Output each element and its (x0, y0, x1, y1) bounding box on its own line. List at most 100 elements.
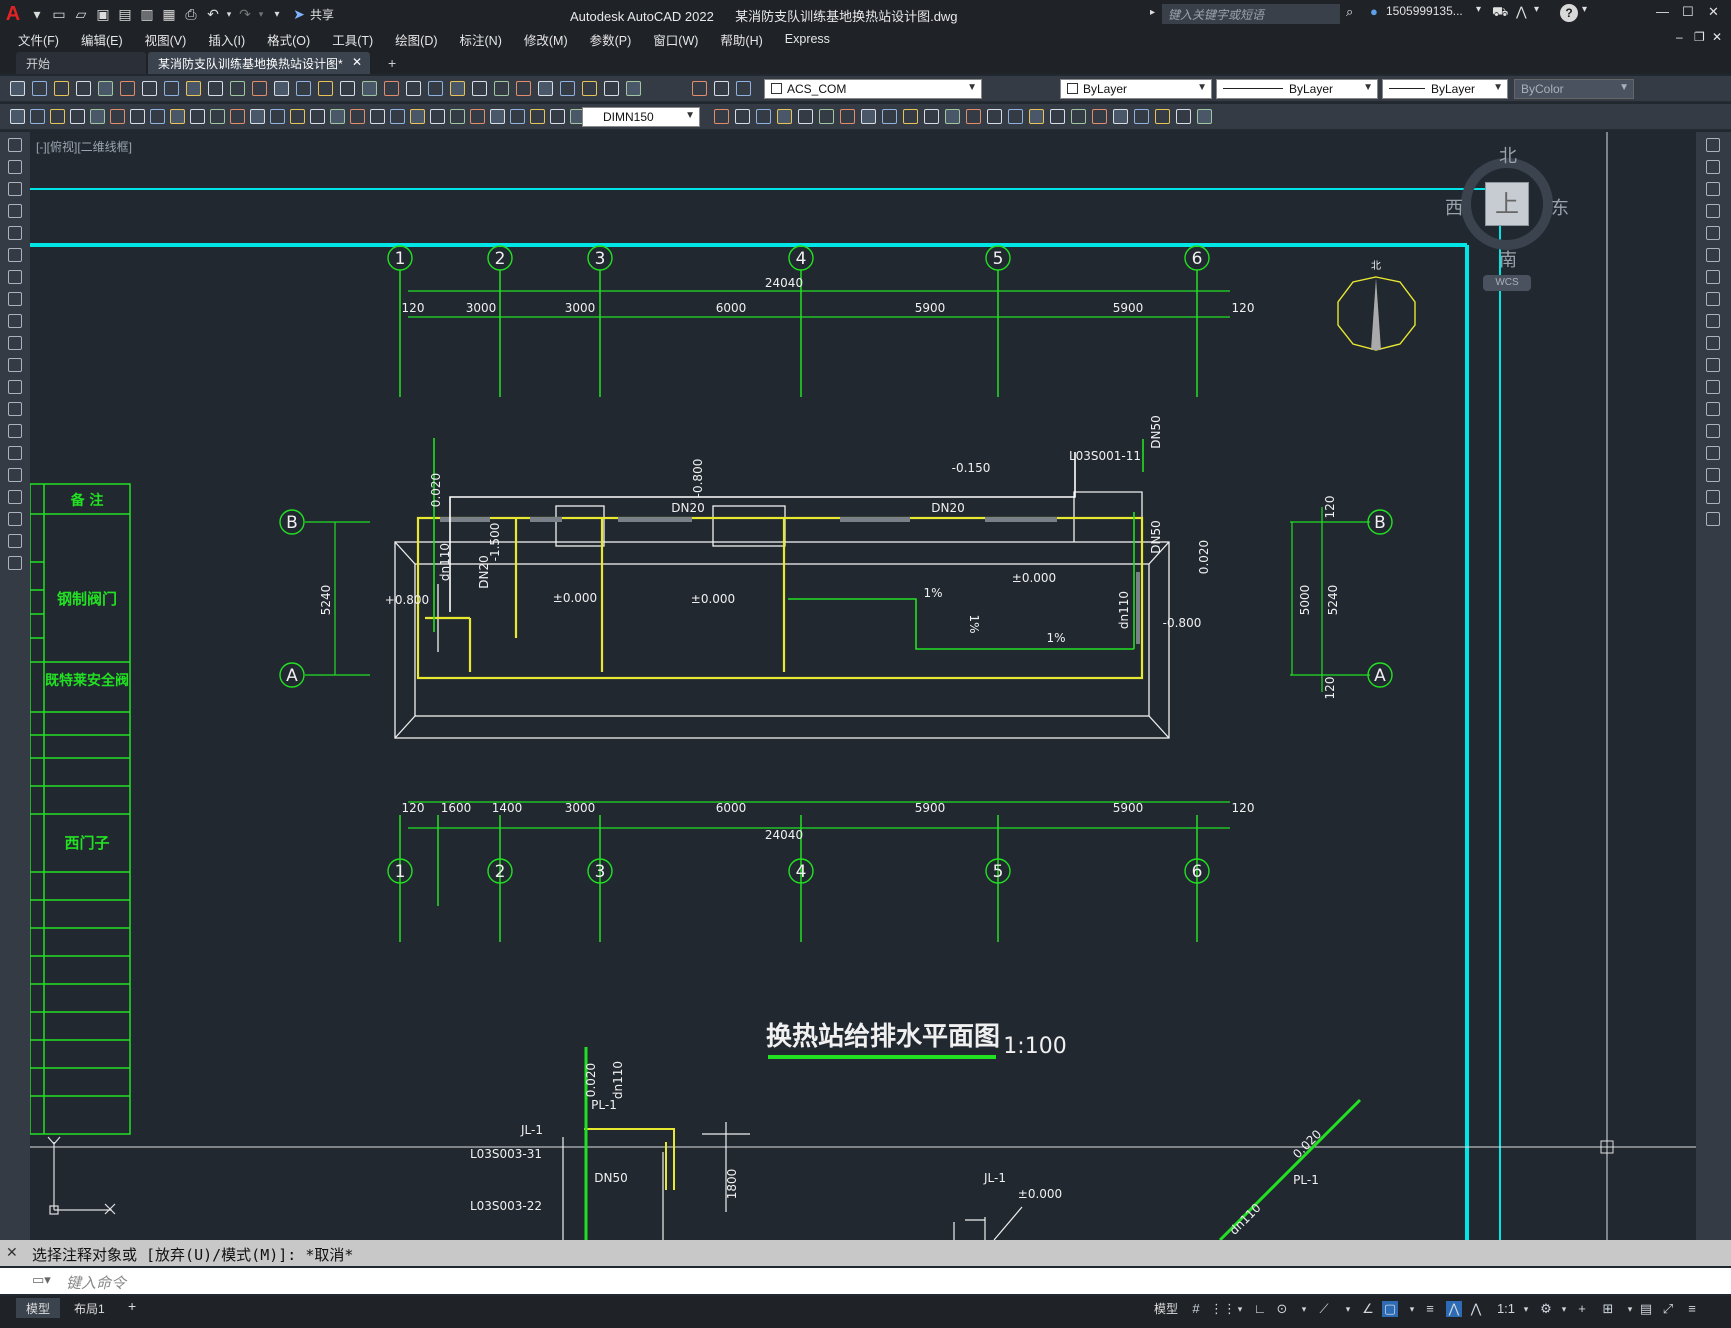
dimension-tool-7-icon[interactable] (130, 109, 145, 124)
dimension-tool-50-icon[interactable] (1134, 109, 1149, 124)
snap-icon[interactable]: ⋮⋮ (1210, 1301, 1236, 1317)
dim-style-combo[interactable]: DIMN150 ▼ (582, 107, 700, 127)
workspace-dropdown-icon[interactable]: ▾ (1556, 1301, 1572, 1317)
dimension-tool-43-icon[interactable] (987, 109, 1002, 124)
dimension-tool-2-icon[interactable] (30, 109, 45, 124)
dimension-tool-34-icon[interactable] (798, 109, 813, 124)
modify-tool-13-icon[interactable] (1706, 402, 1720, 416)
polar-icon[interactable]: ⊙ (1274, 1301, 1290, 1317)
modify-tool-12-icon[interactable] (1706, 380, 1720, 394)
autocad-logo-icon[interactable]: A (0, 3, 26, 26)
dimension-tool-1-icon[interactable] (10, 109, 25, 124)
compass-north[interactable]: 北 (1499, 142, 1517, 168)
tab-drawing[interactable]: 某消防支队训练基地换热站设计图* ✕ (148, 52, 370, 74)
modify-tool-11-icon[interactable] (1706, 358, 1720, 372)
dimension-tool-4-icon[interactable] (70, 109, 85, 124)
standard-tool-21-icon[interactable] (450, 81, 465, 96)
menu-help[interactable]: 帮助(H) (709, 30, 773, 49)
scale-dropdown-icon[interactable]: ▾ (1518, 1301, 1534, 1317)
menu-tools[interactable]: 工具(T) (321, 30, 384, 49)
draw-tool-4-icon[interactable] (8, 204, 22, 218)
tab-start[interactable]: 开始 (16, 52, 146, 74)
tab-layout1[interactable]: 布局1 (64, 1298, 115, 1318)
save-web-icon[interactable]: ▦ (158, 3, 180, 25)
open-file-icon[interactable]: ▱ (70, 3, 92, 25)
menu-insert[interactable]: 插入(I) (197, 30, 256, 49)
draw-tool-8-icon[interactable] (8, 292, 22, 306)
polar-dropdown-icon[interactable]: ▾ (1296, 1301, 1312, 1317)
color-control-combo[interactable]: ByLayer ▼ (1060, 79, 1212, 99)
user-icon[interactable]: ● (1370, 4, 1378, 19)
draw-tool-14-icon[interactable] (8, 424, 22, 438)
ortho-icon[interactable]: ∟ (1252, 1301, 1268, 1317)
doc-minimize-icon[interactable]: – (1676, 30, 1683, 44)
standard-tool-32-icon[interactable] (736, 81, 751, 96)
draw-tool-7-icon[interactable] (8, 270, 22, 284)
dimension-tool-25-icon[interactable] (490, 109, 505, 124)
lineweight-display-icon[interactable]: ≡ (1422, 1301, 1438, 1317)
draw-tool-17-icon[interactable] (8, 490, 22, 504)
dimension-tool-26-icon[interactable] (510, 109, 525, 124)
isodraft-icon[interactable]: ⟋ (1316, 1301, 1332, 1317)
dimension-tool-41-icon[interactable] (945, 109, 960, 124)
save-as-icon[interactable]: ▤ (114, 3, 136, 25)
dimension-tool-17-icon[interactable] (330, 109, 345, 124)
doc-restore-icon[interactable]: ❐ (1694, 30, 1705, 44)
modify-tool-6-icon[interactable] (1706, 248, 1720, 262)
dimension-tool-5-icon[interactable] (90, 109, 105, 124)
dimension-tool-36-icon[interactable] (840, 109, 855, 124)
draw-tool-19-icon[interactable] (8, 534, 22, 548)
standard-tool-22-icon[interactable] (472, 81, 487, 96)
dimension-tool-11-icon[interactable] (210, 109, 225, 124)
snap-dropdown-icon[interactable]: ▾ (1232, 1301, 1248, 1317)
dimension-tool-45-icon[interactable] (1029, 109, 1044, 124)
annotation-scale[interactable]: 1:1 (1494, 1301, 1518, 1317)
standard-tool-25-icon[interactable] (538, 81, 553, 96)
quick-properties-icon[interactable]: ▤ (1638, 1301, 1654, 1317)
dimension-tool-9-icon[interactable] (170, 109, 185, 124)
dimension-tool-20-icon[interactable] (390, 109, 405, 124)
annotation-monitor-plus-icon[interactable]: + (1574, 1301, 1590, 1317)
osnap-dropdown-icon[interactable]: ▾ (1404, 1301, 1420, 1317)
object-snap-tracking-icon[interactable]: ∠ (1360, 1301, 1376, 1317)
dimension-tool-30-icon[interactable] (714, 109, 729, 124)
standard-tool-24-icon[interactable] (516, 81, 531, 96)
dimension-tool-8-icon[interactable] (150, 109, 165, 124)
undo-dropdown-icon[interactable]: ▾ (224, 3, 234, 25)
draw-tool-11-icon[interactable] (8, 358, 22, 372)
standard-tool-5-icon[interactable] (98, 81, 113, 96)
menu-window[interactable]: 窗口(W) (642, 30, 709, 49)
dimension-tool-28-icon[interactable] (550, 109, 565, 124)
modify-tool-3-icon[interactable] (1706, 182, 1720, 196)
modify-tool-18-icon[interactable] (1706, 512, 1720, 526)
help-icon[interactable]: ? (1560, 4, 1578, 22)
model-space-button[interactable]: 模型 (1144, 1298, 1188, 1318)
close-icon[interactable]: ✕ (1708, 4, 1719, 20)
customize-toolbar-icon[interactable]: ▾ (266, 3, 288, 25)
units-dropdown-icon[interactable]: ▾ (1622, 1301, 1638, 1317)
linetype-control-combo[interactable]: ByLayer ▼ (1216, 79, 1378, 99)
modify-tool-2-icon[interactable] (1706, 160, 1720, 174)
draw-tool-20-icon[interactable] (8, 556, 22, 570)
compass-west[interactable]: 西 (1445, 194, 1463, 220)
tab-model[interactable]: 模型 (16, 1298, 61, 1318)
expand-search-icon[interactable]: ▸ (1150, 7, 1155, 18)
new-tab-plus-icon[interactable]: + (378, 52, 404, 74)
lineweight-control-combo[interactable]: ByLayer ▼ (1382, 79, 1508, 99)
compass-south[interactable]: 南 (1499, 246, 1517, 272)
command-input[interactable]: 键入命令 (0, 1268, 1731, 1294)
menu-file[interactable]: 文件(F) (0, 30, 70, 49)
modify-tool-7-icon[interactable] (1706, 270, 1720, 284)
command-prompt-icon[interactable]: ▭▾ (32, 1272, 51, 1288)
draw-tool-15-icon[interactable] (8, 446, 22, 460)
user-account[interactable]: 1505999135... (1386, 4, 1463, 18)
share-icon[interactable]: ➤ (288, 3, 310, 25)
dimension-tool-47-icon[interactable] (1071, 109, 1086, 124)
dimension-tool-52-icon[interactable] (1176, 109, 1191, 124)
menu-dimension[interactable]: 标注(N) (449, 30, 513, 49)
draw-tool-1-icon[interactable] (8, 138, 22, 152)
dimension-tool-44-icon[interactable] (1008, 109, 1023, 124)
modify-tool-5-icon[interactable] (1706, 226, 1720, 240)
add-layout-plus-icon[interactable]: + (118, 1296, 146, 1316)
auto-scale-icon[interactable]: ⋀ (1468, 1301, 1484, 1317)
